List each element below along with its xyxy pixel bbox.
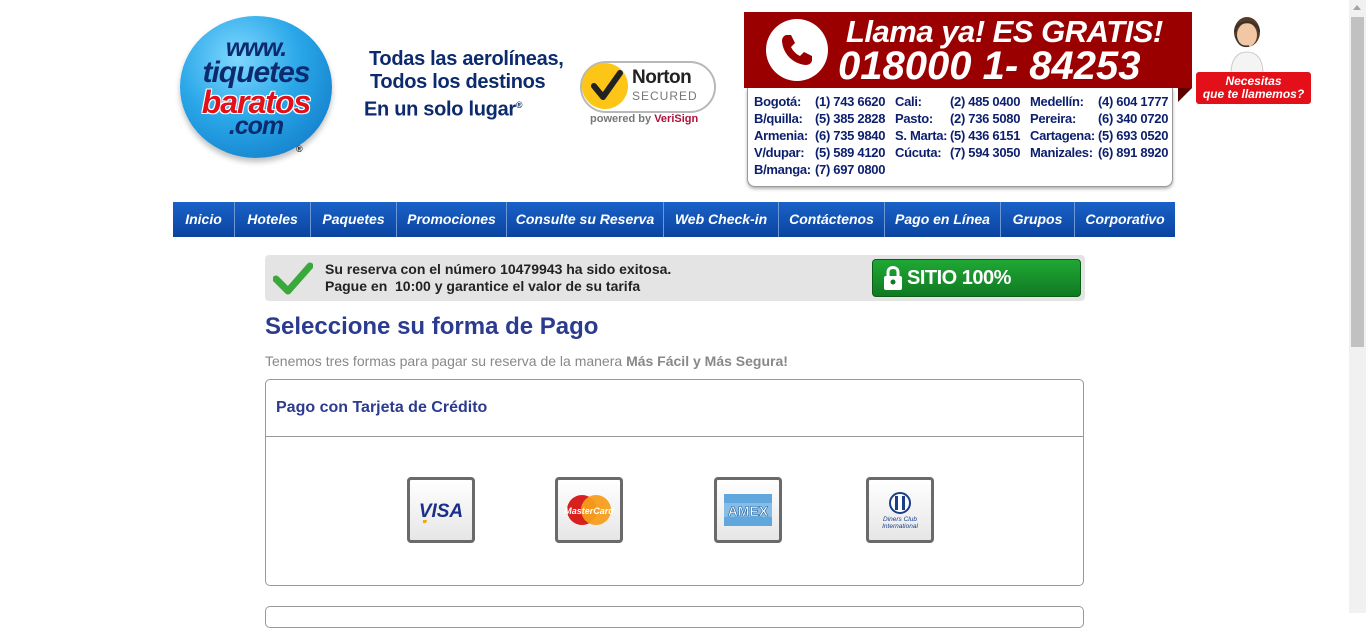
phone-city-label: Pereira: (1030, 111, 1077, 126)
norton-secured-seal[interactable]: Norton SECURED (580, 61, 716, 113)
phone-number[interactable]: (5) 385 2828 (815, 111, 885, 126)
main-nav: Inicio Hoteles Paquetes Promociones Consulte… (173, 202, 1175, 237)
scrollbar-thumb[interactable] (1351, 17, 1364, 347)
phone-number[interactable]: (5) 589 4120 (815, 145, 885, 160)
diners-club-logo-icon: Diners Club International (882, 492, 918, 530)
secure-site-label: SITIO 100% SEGURO (907, 267, 1011, 325)
phone-number[interactable]: (2) 736 5080 (950, 111, 1020, 126)
phone-number[interactable]: (7) 697 0800 (815, 162, 885, 177)
logo-registered-mark: ® (296, 144, 303, 154)
nav-item-consulte-su-reserva[interactable]: Consulte su Reserva (507, 202, 664, 237)
call-agent-icon (1230, 17, 1264, 74)
nav-item-promociones[interactable]: Promociones (397, 202, 507, 237)
phone-number[interactable]: (6) 735 9840 (815, 128, 885, 143)
norton-secured-label: SECURED (632, 89, 698, 103)
page-title: Seleccione su forma de Pago (265, 313, 599, 340)
phone-city-label: Cali: (895, 94, 922, 109)
page-scrollbar[interactable] (1349, 0, 1366, 613)
nav-item-pago-en-línea[interactable]: Pago en Línea (885, 202, 1001, 237)
lock-icon (884, 266, 902, 290)
mastercard-logo-text: MasterCard (564, 506, 614, 516)
phone-city-label: V/dupar: (754, 145, 805, 160)
nav-item-corporativo[interactable]: Corporativo (1075, 202, 1175, 237)
phone-number[interactable]: (6) 891 8920 (1098, 145, 1168, 160)
phone-city-label: Manizales: (1030, 145, 1093, 160)
nav-item-hoteles[interactable]: Hoteles (235, 202, 311, 237)
mastercard-option[interactable]: MasterCard (555, 477, 623, 543)
phone-city-label: Medellín: (1030, 94, 1084, 109)
phone-number[interactable]: (5) 693 0520 (1098, 128, 1168, 143)
credit-card-payment-panel: Pago con Tarjeta de Crédito VISA MasterC… (265, 379, 1084, 586)
secure-site-badge: SITIO 100% SEGURO (872, 259, 1081, 325)
tagline-line-2: Todos los destinos (370, 71, 546, 93)
nav-item-web-check-in[interactable]: Web Check-in (664, 202, 779, 237)
callback-line-1: Necesitas (1225, 74, 1282, 88)
payment-deadline-message: Pague en 10:00 y garantice el valor de s… (325, 278, 641, 294)
credit-card-panel-title: Pago con Tarjeta de Crédito (276, 399, 488, 416)
tagline: Todas las aerolíneas, Todos los destinos… (364, 48, 574, 122)
phone-number[interactable]: (5) 436 6151 (950, 128, 1020, 143)
callback-line-2: que te llamemos? (1202, 87, 1305, 101)
logo-com: .com (228, 112, 284, 140)
city-phones-panel: Bogotá: (1) 743 6620 Cali: (2) 485 0400 Mede… (747, 88, 1173, 187)
phone-city-label: B/quilla: (754, 111, 803, 126)
amex-logo-text: AMEX (728, 503, 769, 519)
diners-line-2: International (882, 523, 918, 530)
success-check-icon (273, 262, 313, 295)
tagline-line-1: Todas las aerolíneas, (369, 48, 564, 70)
reservation-number-message: Su reserva con el número 10479943 ha sid… (325, 261, 672, 277)
phone-city-label: B/manga: (754, 162, 811, 177)
phone-city-label: Cúcuta: (895, 145, 942, 160)
tagline-line-3: En un solo lugar® (364, 98, 523, 121)
phone-icon (766, 19, 828, 81)
phone-number[interactable]: (2) 485 0400 (950, 94, 1020, 109)
request-callback-button[interactable]: Necesitas que te llamemos? (1196, 72, 1311, 104)
nav-item-inicio[interactable]: Inicio (173, 202, 235, 237)
norton-check-icon (582, 63, 628, 109)
phone-number[interactable]: (6) 340 0720 (1098, 111, 1168, 126)
scroll-up-arrow-icon[interactable] (1353, 5, 1361, 10)
phone-city-label: Pasto: (895, 111, 933, 126)
page-subtitle: Tenemos tres formas para pagar su reserv… (265, 353, 788, 369)
phone-city-label: Armenia: (754, 128, 808, 143)
credit-card-panel-header[interactable]: Pago con Tarjeta de Crédito (266, 380, 1083, 437)
nav-item-contáctenos[interactable]: Contáctenos (779, 202, 885, 237)
phone-number[interactable]: (1) 743 6620 (815, 94, 885, 109)
reservation-success-bar: Su reserva con el número 10479943 ha sid… (265, 255, 1085, 325)
toll-free-number[interactable]: 018000 1- 84253 (838, 44, 1141, 89)
nav-item-grupos[interactable]: Grupos (1001, 202, 1075, 237)
norton-powered-by: powered by VeriSign (590, 113, 699, 125)
next-payment-panel (265, 606, 1084, 628)
phone-city-label: S. Marta: (895, 128, 948, 143)
call-banner: Llama ya! ES GRATIS! 018000 1- 84253 (744, 12, 1192, 102)
amex-logo-icon: AMEX (724, 494, 772, 526)
norton-name: Norton (632, 67, 692, 88)
diners-line-1: Diners Club (883, 516, 917, 523)
visa-logo-text: VISA (419, 501, 463, 522)
diners-club-card-option[interactable]: Diners Club International (866, 477, 934, 543)
visa-logo-icon: VISA (419, 501, 463, 523)
visa-card-option[interactable]: VISA (407, 477, 475, 543)
phone-number[interactable]: (7) 594 3050 (950, 145, 1020, 160)
nav-item-paquetes[interactable]: Paquetes (311, 202, 397, 237)
amex-card-option[interactable]: AMEX (714, 477, 782, 543)
phone-number[interactable]: (4) 604 1777 (1098, 94, 1168, 109)
mastercard-logo-icon: MasterCard (564, 495, 614, 525)
phone-city-label: Cartagena: (1030, 128, 1095, 143)
site-logo[interactable]: www. tiquetes baratos .com (180, 16, 332, 158)
phone-city-label: Bogotá: (754, 94, 801, 109)
